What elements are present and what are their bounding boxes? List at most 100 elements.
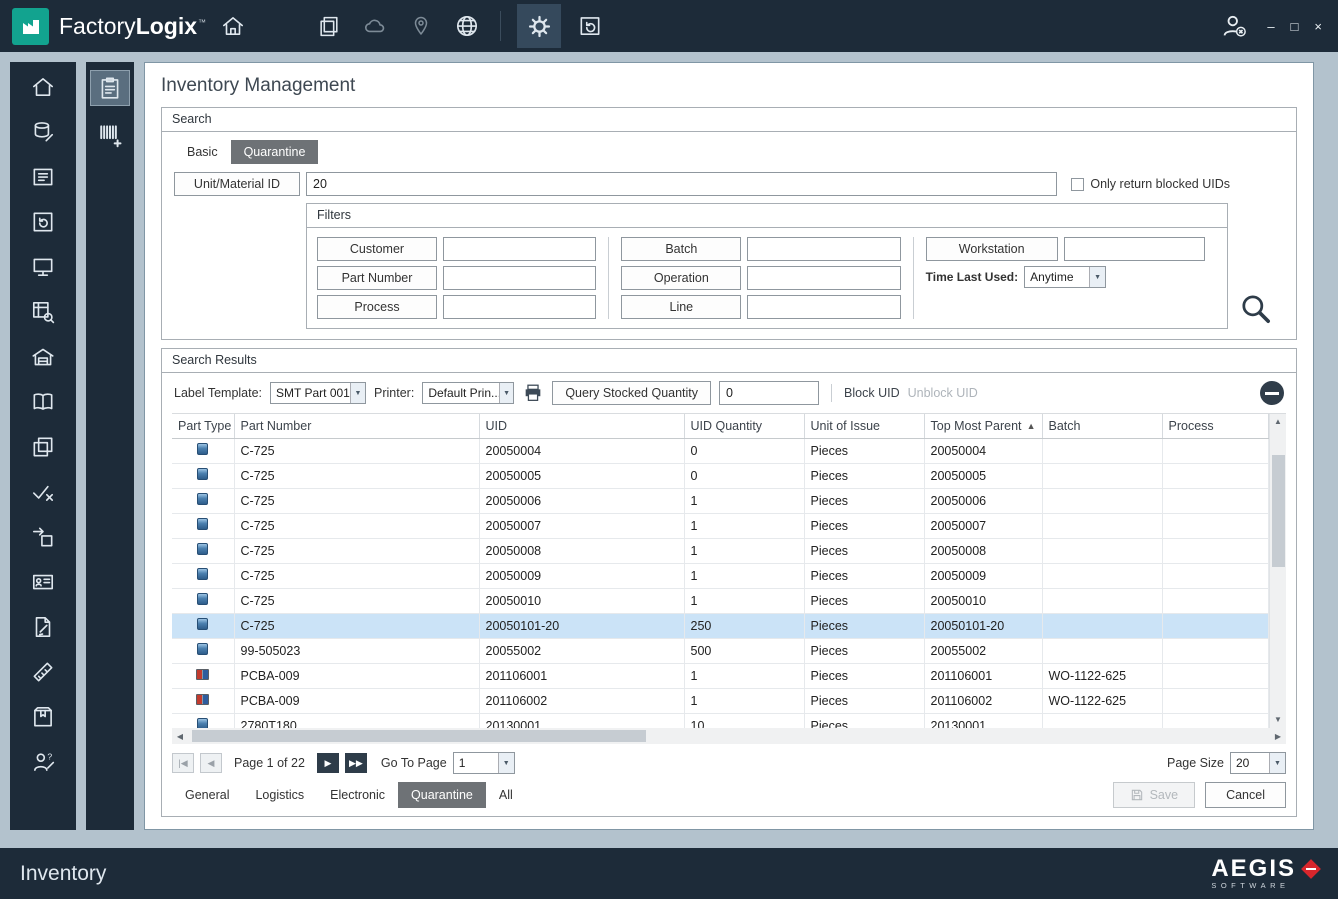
table-row[interactable]: 99-50502320055002500Pieces20055002: [172, 638, 1269, 663]
scroll-down-button[interactable]: ▼: [1274, 713, 1282, 727]
process-filter-input[interactable]: [443, 295, 596, 319]
save-button[interactable]: Save: [1113, 782, 1196, 808]
bottom-tab-all[interactable]: All: [486, 782, 526, 808]
time-last-used-select[interactable]: Anytime ▼: [1024, 266, 1106, 288]
nav-home[interactable]: [28, 74, 58, 100]
horizontal-scrollbar[interactable]: ◀ ▶: [172, 728, 1286, 744]
column-header-uid-quantity[interactable]: UID Quantity: [684, 414, 804, 438]
customer-filter-button[interactable]: Customer: [317, 237, 437, 261]
operation-filter-button[interactable]: Operation: [621, 266, 741, 290]
line-filter-input[interactable]: [747, 295, 900, 319]
table-row[interactable]: C-725200500050Pieces20050005: [172, 463, 1269, 488]
next-page-button[interactable]: ▶: [317, 753, 339, 773]
customer-filter-input[interactable]: [443, 237, 596, 261]
nav-package[interactable]: [28, 704, 58, 730]
bottom-tab-general[interactable]: General: [172, 782, 242, 808]
query-stocked-quantity-button[interactable]: Query Stocked Quantity: [552, 381, 711, 405]
tab-basic[interactable]: Basic: [174, 140, 231, 164]
batch-filter-button[interactable]: Batch: [621, 237, 741, 261]
nav-putaway[interactable]: [28, 524, 58, 550]
nav-data-edit[interactable]: [28, 119, 58, 145]
last-page-button[interactable]: ▶▶: [345, 753, 367, 773]
nav-operator-edit[interactable]: ?: [28, 749, 58, 775]
nav-verification[interactable]: [28, 479, 58, 505]
home-button[interactable]: [216, 6, 250, 46]
nav-inventory-review[interactable]: [90, 70, 130, 106]
batch-filter-input[interactable]: [747, 237, 900, 261]
location-button[interactable]: [404, 6, 438, 46]
column-header-uid[interactable]: UID: [479, 414, 684, 438]
table-row[interactable]: C-725200500071Pieces20050007: [172, 513, 1269, 538]
cancel-button[interactable]: Cancel: [1205, 782, 1286, 808]
horizontal-scroll-track[interactable]: [188, 728, 1270, 744]
nav-inventory-query[interactable]: [28, 299, 58, 325]
part-number-filter-button[interactable]: Part Number: [317, 266, 437, 290]
table-row[interactable]: C-725200500091Pieces20050009: [172, 563, 1269, 588]
part-number-filter-input[interactable]: [443, 266, 596, 290]
vertical-scrollbar[interactable]: ▲ ▼: [1269, 414, 1286, 728]
column-header-unit-of-issue[interactable]: Unit of Issue: [804, 414, 924, 438]
only-blocked-checkbox[interactable]: [1071, 178, 1084, 191]
table-row[interactable]: C-725200500101Pieces20050010: [172, 588, 1269, 613]
scroll-up-button[interactable]: ▲: [1274, 415, 1282, 429]
print-button[interactable]: [522, 382, 544, 404]
column-header-part-type[interactable]: Part Type: [172, 414, 234, 438]
nav-copy[interactable]: [28, 434, 58, 460]
column-header-process[interactable]: Process: [1162, 414, 1269, 438]
nav-workstation[interactable]: [28, 254, 58, 280]
block-circle-icon[interactable]: [1260, 381, 1284, 405]
documents-button[interactable]: [312, 6, 346, 46]
nav-documentation[interactable]: [28, 389, 58, 415]
nav-planning[interactable]: [28, 164, 58, 190]
table-row[interactable]: PCBA-0092011060021Pieces201106002WO-1122…: [172, 688, 1269, 713]
nav-barcode-add[interactable]: [90, 116, 130, 152]
table-row[interactable]: C-72520050101-20250Pieces20050101-20: [172, 613, 1269, 638]
horizontal-scroll-thumb[interactable]: [192, 730, 646, 742]
operation-filter-input[interactable]: [747, 266, 900, 290]
label-template-select[interactable]: SMT Part 001 ▼: [270, 382, 366, 404]
unblock-uid-button[interactable]: Unblock UID: [908, 386, 978, 400]
cloud-button[interactable]: [358, 6, 392, 46]
table-row[interactable]: PCBA-0092011060011Pieces201106001WO-1122…: [172, 663, 1269, 688]
block-uid-button[interactable]: Block UID: [844, 386, 900, 400]
history-button[interactable]: [573, 6, 607, 46]
vertical-scroll-thumb[interactable]: [1272, 455, 1285, 567]
maximize-button[interactable]: □: [1291, 19, 1299, 34]
settings-button-active[interactable]: [517, 4, 561, 48]
globe-button[interactable]: [450, 6, 484, 46]
user-session-button[interactable]: [1217, 6, 1251, 46]
nav-id-card[interactable]: [28, 569, 58, 595]
stocked-quantity-input[interactable]: [719, 381, 819, 405]
minimize-button[interactable]: –: [1267, 19, 1274, 34]
vertical-scroll-track[interactable]: [1270, 429, 1286, 713]
bottom-tab-electronic[interactable]: Electronic: [317, 782, 398, 808]
line-filter-button[interactable]: Line: [621, 295, 741, 319]
first-page-button[interactable]: |◀: [172, 753, 194, 773]
nav-warehouse[interactable]: [28, 344, 58, 370]
run-search-button[interactable]: [1228, 203, 1284, 329]
table-row[interactable]: C-725200500061Pieces20050006: [172, 488, 1269, 513]
unit-material-id-button[interactable]: Unit/Material ID: [174, 172, 300, 196]
process-filter-button[interactable]: Process: [317, 295, 437, 319]
table-row[interactable]: C-725200500040Pieces20050004: [172, 438, 1269, 463]
nav-backup[interactable]: [28, 209, 58, 235]
printer-select[interactable]: Default Prin... ▼: [422, 382, 514, 404]
unit-material-id-input[interactable]: [306, 172, 1057, 196]
workstation-filter-button[interactable]: Workstation: [926, 237, 1058, 261]
close-button[interactable]: ×: [1314, 19, 1322, 34]
workstation-filter-input[interactable]: [1064, 237, 1205, 261]
bottom-tab-logistics[interactable]: Logistics: [242, 782, 317, 808]
nav-notes[interactable]: [28, 614, 58, 640]
table-row[interactable]: C-725200500081Pieces20050008: [172, 538, 1269, 563]
scroll-right-button[interactable]: ▶: [1270, 732, 1286, 741]
column-header-top-most-parent[interactable]: Top Most Parent▲: [924, 414, 1042, 438]
scroll-left-button[interactable]: ◀: [172, 732, 188, 741]
column-header-batch[interactable]: Batch: [1042, 414, 1162, 438]
column-header-part-number[interactable]: Part Number: [234, 414, 479, 438]
bottom-tab-quarantine[interactable]: Quarantine: [398, 782, 486, 808]
page-size-select[interactable]: 20 ▼: [1230, 752, 1286, 774]
tab-quarantine[interactable]: Quarantine: [231, 140, 319, 164]
previous-page-button[interactable]: ◀: [200, 753, 222, 773]
nav-measurement[interactable]: [28, 659, 58, 685]
goto-page-select[interactable]: 1 ▼: [453, 752, 515, 774]
